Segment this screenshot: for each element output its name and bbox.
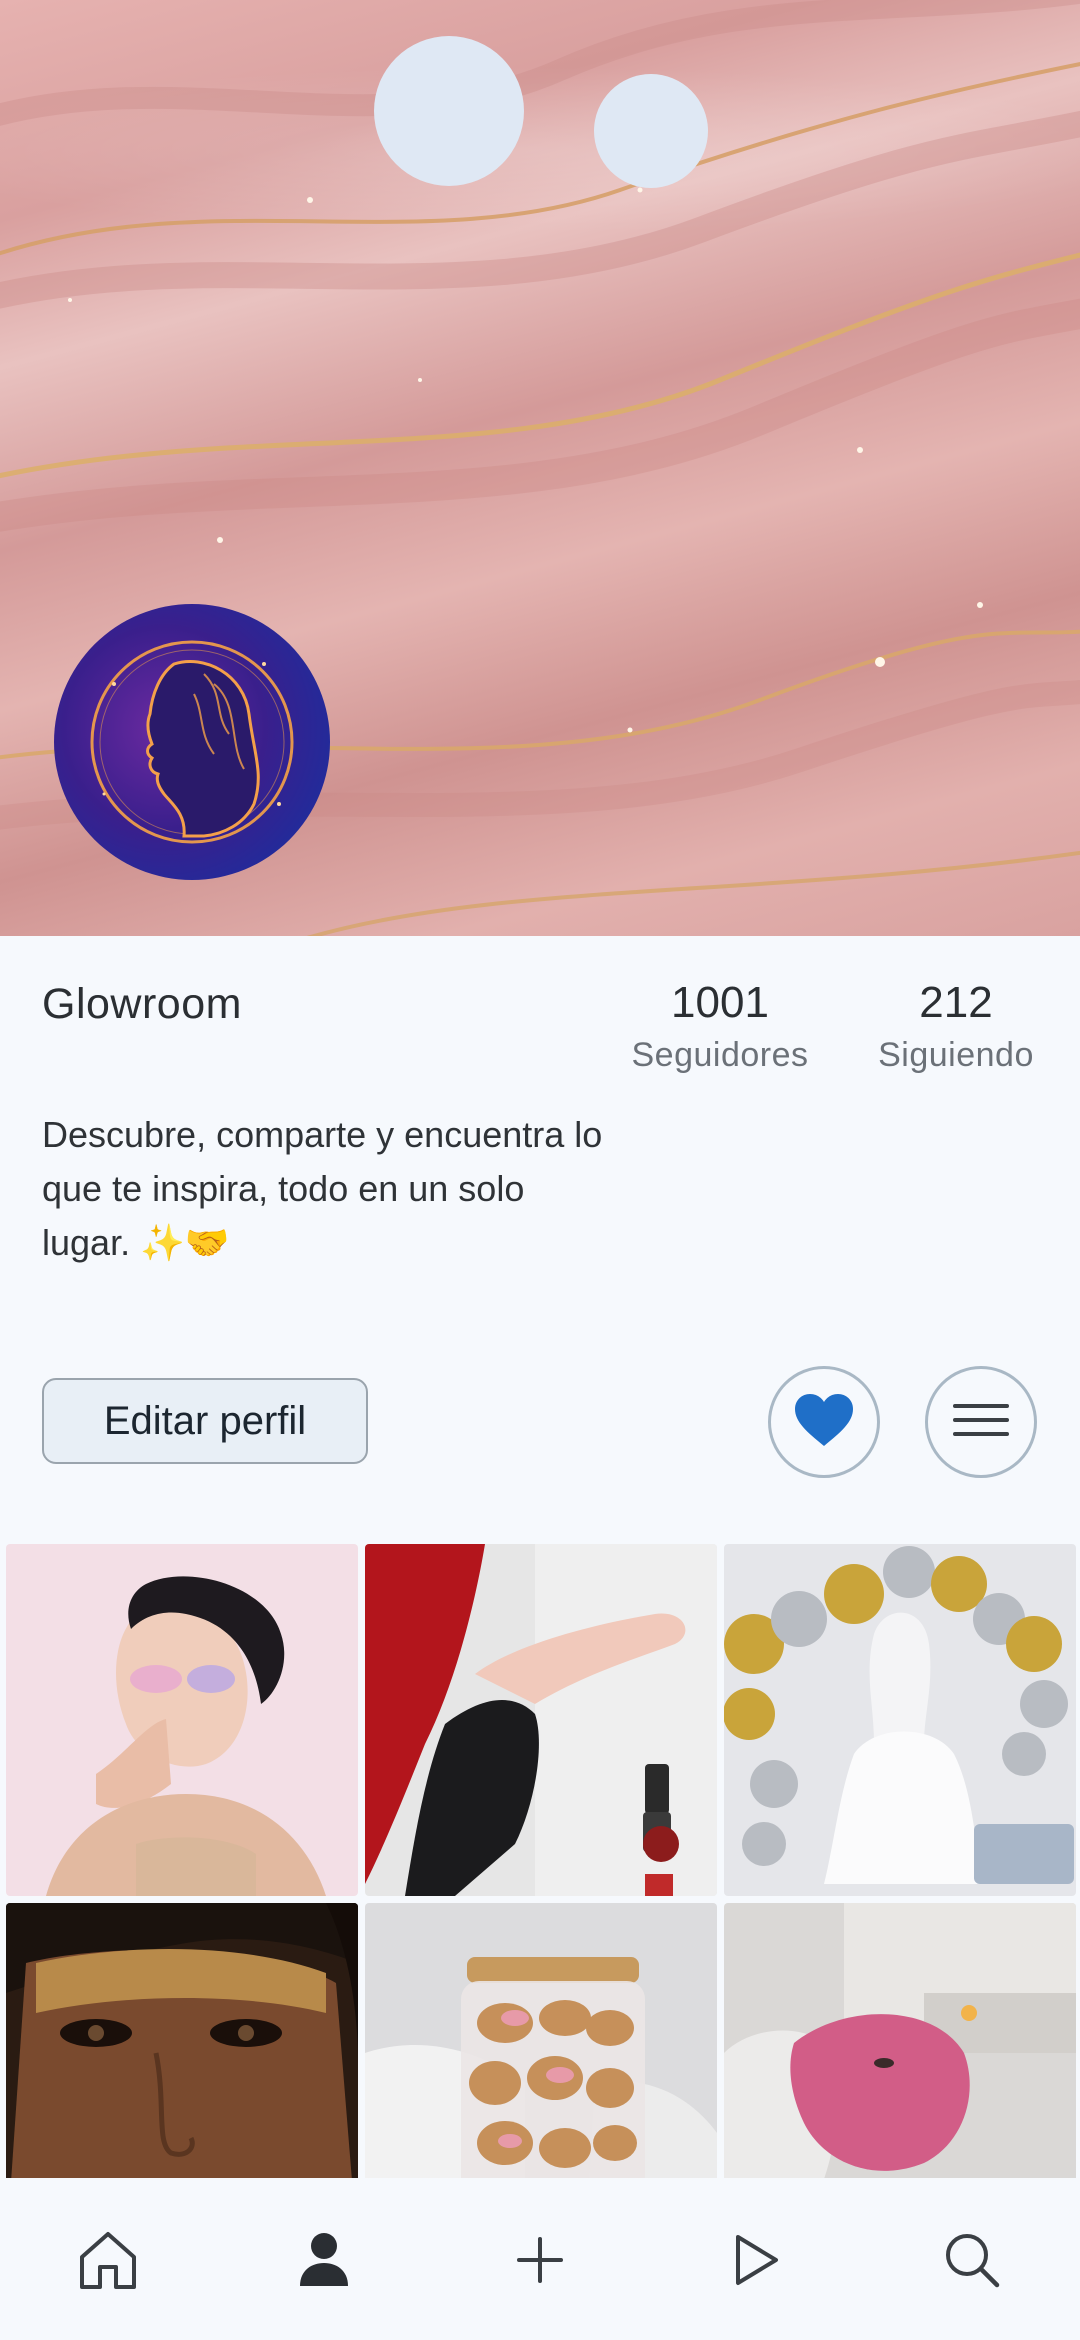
favorites-button[interactable] — [768, 1366, 880, 1478]
bio-line: lugar. ✨🤝 — [42, 1222, 230, 1263]
following-stat[interactable]: 212 Siguiendo — [870, 978, 1042, 1075]
bio-line: Descubre, comparte y encuentra lo — [42, 1114, 603, 1155]
nav-play[interactable] — [716, 2222, 796, 2302]
post-manicure[interactable] — [365, 1544, 717, 1896]
followers-label: Seguidores — [631, 1036, 809, 1074]
post-balloons-doll[interactable] — [724, 1544, 1076, 1896]
search-icon — [943, 2231, 1001, 2294]
add-icon — [515, 2235, 565, 2290]
cover-circle-small — [594, 74, 708, 188]
profile-bio: Descubre, comparte y encuentra lo que te… — [42, 1108, 702, 1270]
nav-add[interactable] — [500, 2222, 580, 2302]
bio-line: que te inspira, todo en un solo — [42, 1168, 525, 1209]
edit-profile-button[interactable]: Editar perfil — [42, 1378, 368, 1464]
followers-stat[interactable]: 1001 Seguidores — [622, 978, 818, 1075]
home-icon — [77, 2229, 139, 2296]
following-label: Siguiendo — [878, 1036, 1034, 1074]
menu-button[interactable] — [925, 1366, 1037, 1478]
heart-icon — [793, 1392, 855, 1453]
cover-image — [0, 0, 1080, 936]
profile-name: Glowroom — [42, 980, 242, 1028]
followers-count: 1001 — [671, 978, 769, 1027]
nav-home[interactable] — [68, 2222, 148, 2302]
nav-profile[interactable] — [284, 2222, 364, 2302]
play-icon — [732, 2233, 780, 2292]
avatar[interactable] — [54, 604, 330, 880]
cover-circle-large — [374, 36, 524, 186]
hamburger-menu-icon — [953, 1402, 1009, 1443]
following-count: 212 — [919, 978, 993, 1027]
bottom-navigation — [0, 2178, 1080, 2340]
post-makeup-portrait[interactable] — [6, 1544, 358, 1896]
nav-search[interactable] — [932, 2222, 1012, 2302]
profile-icon — [298, 2232, 350, 2293]
